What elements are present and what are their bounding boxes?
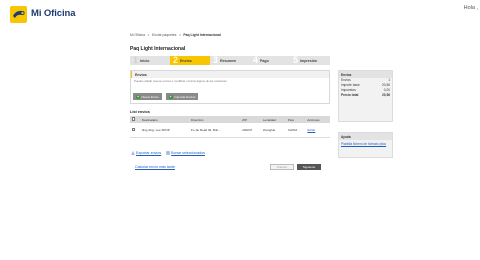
plus-icon: + (168, 94, 173, 99)
cell-localidad: shanghai (261, 123, 287, 138)
summary-row-total: Precio total 20,56 (339, 92, 392, 97)
help-body: Plantilla fichero de formato plico (339, 140, 392, 148)
step-number: 4 (253, 55, 259, 65)
col-direccion: Dirección (189, 116, 241, 123)
user-greeting[interactable]: Hola , (464, 5, 478, 11)
delete-icon (166, 151, 170, 155)
importar-envios-label: Importar Envíos (174, 94, 196, 99)
summary-label: Importe base (341, 83, 360, 88)
help-panel: Ayuda Plantilla fichero de formato plico (338, 132, 393, 158)
breadcrumb-enviar[interactable]: Enviar paquetes (152, 33, 177, 37)
select-all-header[interactable] (130, 116, 141, 123)
col-zip: ZIP (240, 116, 262, 123)
breadcrumb-home[interactable]: Mi Oficina (130, 33, 145, 37)
cell-pais: CHINA (286, 123, 306, 138)
table-row: ding ding, Lee SPOP Fu Jie Road 46, Buil… (130, 123, 330, 138)
calcular-mas-tarde-link[interactable]: Calcular envío más tarde (135, 165, 175, 169)
anterior-button[interactable]: Anterior (270, 164, 294, 170)
step-number: 5 (293, 55, 299, 65)
breadcrumb-current: Paq Light Internacional (183, 33, 221, 37)
table-actions: Exportar envíos Borrar seleccionados (131, 151, 205, 155)
nuevo-envio-label: Nuevo Envío (141, 94, 159, 99)
step-number: 1 (133, 55, 139, 65)
export-icon (131, 151, 135, 155)
step-pago[interactable]: 4 Pago (250, 56, 290, 65)
step-envios[interactable]: 2 Envíos (170, 56, 210, 65)
summary-label: Precio total (341, 92, 359, 97)
cell-direccion: Fu Jie Road 46, Buil... (189, 123, 241, 138)
summary-value: 20,56 (382, 83, 390, 88)
envios-buttons: + Nuevo Envío + Importar Envíos (133, 93, 199, 100)
wizard-steps: 1 Inicio 2 Envíos 3 Resumen 4 Pago 5 Imp… (130, 56, 330, 65)
envios-table: Destinatario Dirección ZIP Localidad Paí… (130, 116, 330, 138)
select-all-checkbox[interactable] (131, 117, 135, 121)
breadcrumb: Mi Oficina > Enviar paquetes > Paq Light… (130, 33, 222, 37)
summary-panel: Envíos Envíos 1 Importe base 20,56 Impue… (338, 70, 393, 122)
step-label: Pago (260, 58, 269, 63)
step-number: 2 (173, 55, 179, 65)
step-resumen[interactable]: 3 Resumen (210, 56, 250, 65)
cell-zip: 200237 (240, 123, 262, 138)
summary-value: 20,56 (382, 92, 390, 97)
app-header: Mi Oficina Hola , (0, 0, 480, 23)
col-acciones: Acciones (305, 116, 330, 123)
exportar-action[interactable]: Exportar envíos (131, 151, 161, 155)
col-pais: País (286, 116, 306, 123)
col-localidad: Localidad (261, 116, 287, 123)
borrar-action[interactable]: Borrar seleccionados (166, 151, 205, 155)
table-header-row: Destinatario Dirección ZIP Localidad Paí… (130, 116, 330, 123)
col-destinatario: Destinatario (140, 116, 190, 123)
envios-description: Puedes añadir nuevos envíos ó modificar … (134, 79, 227, 83)
cell-destinatario: ding ding, Lee SPOP (140, 123, 190, 138)
help-title: Ayuda (339, 133, 392, 140)
editar-link[interactable]: Editar (307, 128, 315, 132)
list-title: List envíos (130, 110, 150, 114)
step-label: Resumen (220, 58, 237, 63)
step-label: Envíos (180, 58, 192, 63)
horn-icon (13, 10, 25, 18)
nuevo-envio-button[interactable]: + Nuevo Envío (133, 93, 162, 100)
plantilla-link[interactable]: Plantilla fichero de formato plico (341, 142, 386, 146)
plus-icon: + (136, 94, 140, 99)
row-select[interactable] (130, 123, 141, 138)
siguiente-button[interactable]: Siguiente (297, 164, 321, 170)
envios-panel: Envíos Puedes añadir nuevos envíos ó mod… (130, 70, 330, 104)
step-impresion[interactable]: 5 Impresión (290, 56, 330, 65)
cell-acciones: Editar (305, 123, 330, 138)
step-label: Impresión (300, 58, 318, 63)
breadcrumb-separator: > (147, 33, 150, 37)
brand-title: Mi Oficina (31, 8, 76, 19)
summary-value: 1 (388, 78, 390, 83)
importar-envios-button[interactable]: + Importar Envíos (165, 93, 199, 100)
step-number: 3 (213, 55, 219, 65)
correos-logo[interactable] (10, 6, 27, 23)
step-label: Inicio (140, 58, 150, 63)
row-checkbox[interactable] (131, 127, 135, 131)
borrar-link[interactable]: Borrar seleccionados (171, 151, 205, 155)
exportar-link[interactable]: Exportar envíos (136, 151, 161, 155)
breadcrumb-separator: > (178, 33, 181, 37)
step-inicio[interactable]: 1 Inicio (130, 56, 170, 65)
summary-value: 0,00 (383, 87, 390, 92)
summary-label: Impuestos (341, 87, 356, 92)
summary-title: Envíos (339, 71, 392, 78)
envios-title: Envíos (131, 71, 329, 78)
page-title: Paq Light Internacional (130, 46, 186, 52)
summary-label: Envíos (341, 78, 351, 83)
